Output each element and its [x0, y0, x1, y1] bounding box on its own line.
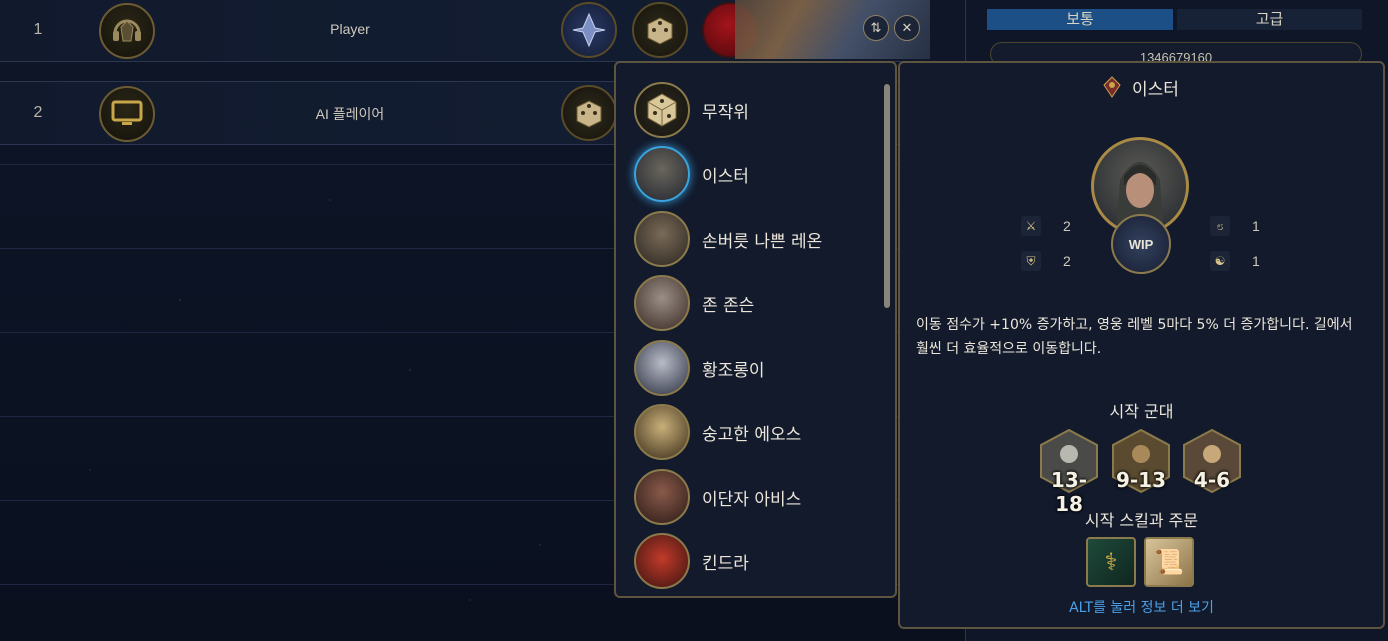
crossed-swords-icon: ⚔: [1021, 216, 1041, 236]
hero-detail-name: 이스터: [1132, 79, 1179, 100]
hero-portrait: [634, 404, 690, 460]
hero-name: 숭고한 에오스: [702, 425, 802, 445]
hero-option-random[interactable]: 무작위: [632, 80, 882, 140]
unit-count: 9-13: [1115, 468, 1167, 492]
hero-option[interactable]: 황조롱이: [632, 338, 882, 398]
mind-icon: ☯: [1210, 251, 1230, 271]
hero-option[interactable]: 이단자 아비스: [632, 467, 882, 527]
hero-option-ester[interactable]: 이스터: [632, 144, 882, 204]
stat-defense: ⛨ 2: [1021, 251, 1071, 271]
starting-unit-3[interactable]: 4-6: [1181, 428, 1243, 494]
hero-name: 손버릇 나쁜 레온: [702, 232, 823, 252]
stat-knowledge: ☯ 1: [1210, 251, 1260, 271]
stat-value: 1: [1252, 218, 1260, 234]
hero-option[interactable]: 킨드라: [632, 531, 882, 591]
player-number: 2: [33, 104, 43, 121]
ai-player-monitor-icon[interactable]: [99, 86, 155, 142]
player-name: Player: [330, 21, 370, 37]
hero-title: 이스터: [1100, 74, 1179, 100]
random-hero-dice-icon[interactable]: [632, 2, 688, 58]
player-number: 1: [33, 21, 43, 38]
hero-option[interactable]: 존 존슨: [632, 273, 882, 333]
hero-list-scrollbar[interactable]: [884, 84, 890, 308]
tab-difficulty-advanced[interactable]: 고급: [1177, 9, 1362, 30]
hero-name: 무작위: [702, 103, 749, 123]
hero-portrait: [634, 275, 690, 331]
starting-unit-1[interactable]: 13-18: [1038, 428, 1100, 516]
hero-name: 이단자 아비스: [702, 490, 802, 510]
hero-portrait: [634, 469, 690, 525]
player-row-1[interactable]: 1 Player ⇅ ✕: [0, 0, 930, 62]
close-icon[interactable]: ✕: [894, 15, 920, 41]
hero-select-dropdown[interactable]: 무작위 이스터 손버릇 나쁜 레온 존 존슨 황조롱이 숭고한 에오스 이단자 …: [614, 61, 897, 598]
scroll-spell-icon[interactable]: 📜: [1144, 537, 1194, 587]
hero-name: 황조롱이: [702, 361, 765, 381]
starting-unit-2[interactable]: 9-13: [1110, 428, 1172, 494]
stat-value: 2: [1063, 253, 1071, 269]
specialty-badge[interactable]: WIP: [1111, 214, 1171, 274]
starting-army-title: 시작 군대: [1109, 402, 1174, 421]
faction-select-icon[interactable]: [561, 2, 617, 58]
tab-difficulty-normal[interactable]: 보통: [987, 9, 1173, 30]
stat-attack: ⚔ 2: [1021, 216, 1071, 236]
unit-count: 4-6: [1193, 468, 1231, 492]
swap-icon[interactable]: ⇅: [863, 15, 889, 41]
caduceus-skill-icon[interactable]: ⚕: [1086, 537, 1136, 587]
shield-icon: ⛨: [1021, 251, 1041, 271]
hero-specialty-description: 이동 점수가 +10% 증가하고, 영웅 레벨 5마다 5% 더 증가합니다. …: [916, 317, 1353, 357]
hero-option[interactable]: 손버릇 나쁜 레온: [632, 209, 882, 269]
stat-value: 1: [1252, 253, 1260, 269]
human-player-icon[interactable]: [99, 3, 155, 59]
random-hero-dice-icon[interactable]: [561, 85, 617, 141]
hero-name: 킨드라: [702, 554, 749, 574]
hero-name: 존 존슨: [702, 296, 755, 316]
alt-more-info-hint[interactable]: ALT를 눌러 정보 더 보기: [898, 597, 1385, 617]
class-emblem-icon: [1103, 76, 1121, 98]
hero-portrait: [634, 146, 690, 202]
dice-icon: [634, 82, 690, 138]
hero-portrait: [634, 533, 690, 589]
player-name: AI 플레이어: [315, 106, 385, 122]
spiral-icon: ೮: [1210, 216, 1230, 236]
starting-skills-title: 시작 스킬과 주문: [1084, 511, 1199, 530]
hero-portrait: [634, 211, 690, 267]
hero-portrait: [634, 340, 690, 396]
stat-value: 2: [1063, 218, 1071, 234]
stat-spellpower: ೮ 1: [1210, 216, 1260, 236]
hero-name: 이스터: [702, 167, 749, 187]
hero-option[interactable]: 숭고한 에오스: [632, 402, 882, 462]
